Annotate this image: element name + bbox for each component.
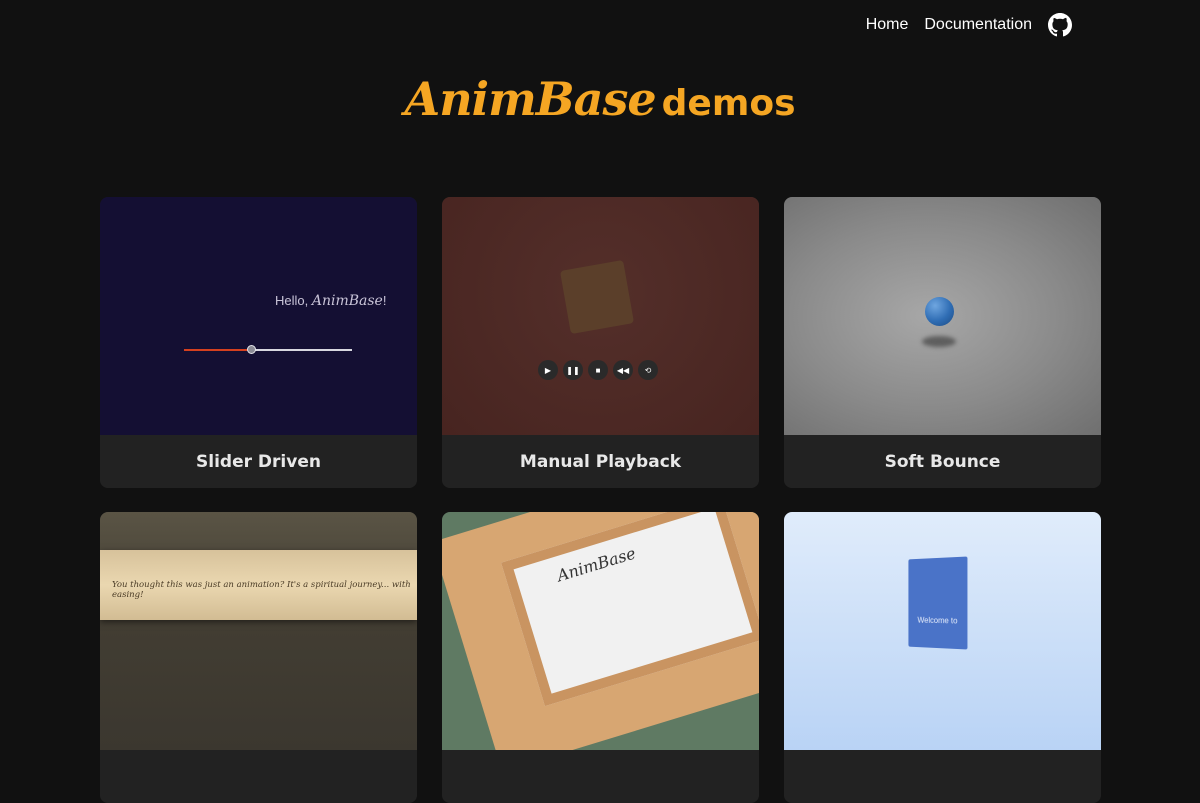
nav-documentation-link[interactable]: Documentation xyxy=(924,16,1032,34)
preview-text: You thought this was just an animation? … xyxy=(112,580,411,600)
page-title: AnimBase demos xyxy=(0,72,1200,126)
stop-icon: ■ xyxy=(588,360,608,380)
github-icon[interactable] xyxy=(1048,13,1072,37)
title-brand: AnimBase xyxy=(404,72,657,126)
demo-card-6[interactable]: Welcome to xyxy=(784,512,1101,803)
rewind-icon: ◀◀ xyxy=(613,360,633,380)
parchment-scroll: You thought this was just an animation? … xyxy=(100,550,417,620)
demo-preview: Welcome to xyxy=(784,512,1101,750)
demo-card-5[interactable]: AnimBase xyxy=(442,512,759,803)
demo-card-label xyxy=(784,750,1101,803)
demo-preview: AnimBase xyxy=(442,512,759,750)
animated-square xyxy=(559,259,635,335)
demo-preview: ▶ ❚❚ ■ ◀◀ ⟲ xyxy=(442,197,759,435)
ball-shadow xyxy=(922,336,956,347)
demo-card-slider-driven[interactable]: Hello, AnimBase! Slider Driven xyxy=(100,197,417,488)
demo-grid: Hello, AnimBase! Slider Driven ▶ ❚❚ ■ ◀◀… xyxy=(100,197,1101,803)
wooden-frame: AnimBase xyxy=(442,512,759,750)
loop-icon: ⟲ xyxy=(638,360,658,380)
slider-fill xyxy=(184,349,252,351)
demo-card-label: Manual Playback xyxy=(442,435,759,488)
demo-card-label xyxy=(100,750,417,803)
preview-text: Hello, AnimBase! xyxy=(275,293,387,309)
playback-controls: ▶ ❚❚ ■ ◀◀ ⟲ xyxy=(538,360,658,380)
demo-card-soft-bounce[interactable]: Soft Bounce xyxy=(784,197,1101,488)
demo-card-4[interactable]: You thought this was just an animation? … xyxy=(100,512,417,803)
pause-icon: ❚❚ xyxy=(563,360,583,380)
demo-card-label xyxy=(442,750,759,803)
demo-card-manual-playback[interactable]: ▶ ❚❚ ■ ◀◀ ⟲ Manual Playback xyxy=(442,197,759,488)
demo-preview: Hello, AnimBase! xyxy=(100,197,417,435)
preview-text: Welcome to xyxy=(917,615,958,626)
bouncing-ball xyxy=(925,297,954,326)
preview-text: AnimBase xyxy=(554,543,638,586)
nav-home-link[interactable]: Home xyxy=(866,16,909,34)
top-nav: Home Documentation xyxy=(866,0,1200,50)
play-icon: ▶ xyxy=(538,360,558,380)
preview-slider xyxy=(184,345,352,354)
title-suffix: demos xyxy=(661,83,796,124)
welcome-panel: Welcome to xyxy=(908,556,968,650)
frame-canvas: AnimBase xyxy=(501,512,759,707)
demo-preview: You thought this was just an animation? … xyxy=(100,512,417,750)
demo-preview xyxy=(784,197,1101,435)
demo-card-label: Slider Driven xyxy=(100,435,417,488)
slider-knob xyxy=(246,345,256,354)
demo-card-label: Soft Bounce xyxy=(784,435,1101,488)
